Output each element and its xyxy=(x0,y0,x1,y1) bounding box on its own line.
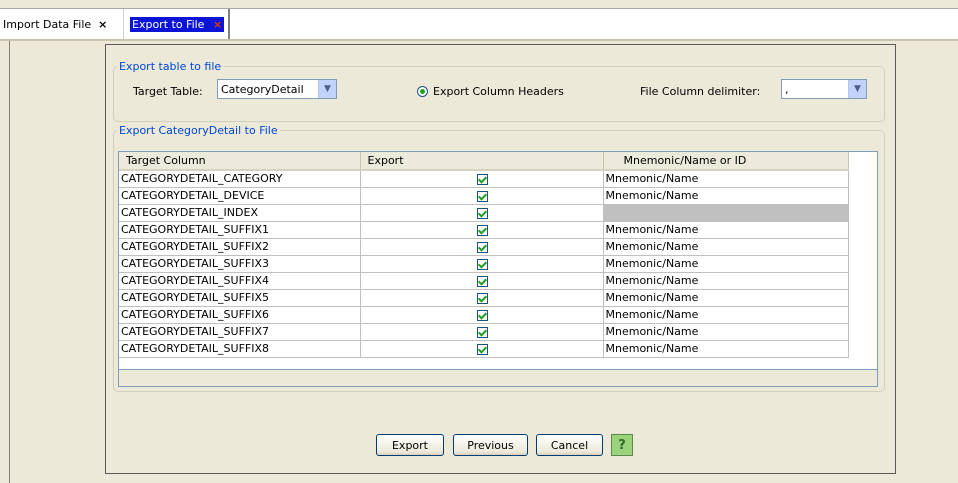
table-empty-area xyxy=(119,369,877,386)
target-column-cell: CATEGORYDETAIL_SUFFIX3 xyxy=(119,255,361,273)
export-checkbox[interactable] xyxy=(477,309,488,321)
export-cell xyxy=(360,238,604,256)
export-columns-legend: Export CategoryDetail to File xyxy=(119,124,278,137)
help-icon[interactable]: ? xyxy=(611,434,633,456)
delimiter-value: , xyxy=(785,82,789,96)
export-cell xyxy=(360,187,604,205)
export-cell xyxy=(360,289,604,307)
target-table-label: Target Table: xyxy=(133,85,203,98)
export-checkbox[interactable] xyxy=(477,343,488,355)
export-cell xyxy=(360,255,604,273)
chevron-down-icon[interactable]: ▼ xyxy=(318,80,336,98)
export-cell xyxy=(360,204,604,222)
tab-bar-divider xyxy=(0,39,958,41)
page-border xyxy=(9,41,10,483)
target-column-cell: CATEGORYDETAIL_SUFFIX5 xyxy=(119,289,361,307)
target-column-cell: CATEGORYDETAIL_INDEX xyxy=(119,204,361,222)
delimiter-label: File Column delimiter: xyxy=(640,85,761,98)
export-headers-radio[interactable] xyxy=(417,86,428,97)
mnemonic-cell[interactable]: Mnemonic/Name xyxy=(603,340,849,358)
table-row[interactable]: CATEGORYDETAIL_CATEGORY Mnemonic/Name xyxy=(119,170,849,188)
mnemonic-cell[interactable]: Mnemonic/Name xyxy=(603,221,849,239)
mnemonic-cell[interactable]: Mnemonic/Name xyxy=(603,238,849,256)
table-row[interactable]: CATEGORYDETAIL_SUFFIX4 Mnemonic/Name xyxy=(119,272,849,290)
table-row[interactable]: CATEGORYDETAIL_SUFFIX3 Mnemonic/Name xyxy=(119,255,849,273)
export-cell xyxy=(360,340,604,358)
export-headers-label: Export Column Headers xyxy=(433,85,564,98)
delimiter-select[interactable]: , ▼ xyxy=(781,79,867,99)
target-table-value: CategoryDetail xyxy=(221,82,304,96)
column-header-export[interactable]: Export xyxy=(360,152,604,171)
export-checkbox[interactable] xyxy=(477,275,488,287)
mnemonic-cell[interactable]: Mnemonic/Name xyxy=(603,323,849,341)
export-checkbox[interactable] xyxy=(477,224,488,236)
export-checkbox[interactable] xyxy=(477,241,488,253)
export-cell xyxy=(360,272,604,290)
target-column-cell: CATEGORYDETAIL_SUFFIX2 xyxy=(119,238,361,256)
table-row[interactable]: CATEGORYDETAIL_SUFFIX5 Mnemonic/Name xyxy=(119,289,849,307)
table-row[interactable]: CATEGORYDETAIL_SUFFIX8 Mnemonic/Name xyxy=(119,340,849,358)
export-cell xyxy=(360,221,604,239)
export-table-group: Export table to file Target Table: Categ… xyxy=(113,60,885,122)
table-row[interactable]: CATEGORYDETAIL_SUFFIX1 Mnemonic/Name xyxy=(119,221,849,239)
export-checkbox[interactable] xyxy=(477,173,488,185)
mnemonic-cell[interactable]: Mnemonic/Name xyxy=(603,187,849,205)
chevron-down-icon[interactable]: ▼ xyxy=(848,80,866,98)
button-row: Export Previous Cancel ? xyxy=(106,434,895,456)
export-checkbox[interactable] xyxy=(477,292,488,304)
export-checkbox[interactable] xyxy=(477,258,488,270)
export-checkbox[interactable] xyxy=(477,190,488,202)
target-column-cell: CATEGORYDETAIL_SUFFIX1 xyxy=(119,221,361,239)
target-column-cell: CATEGORYDETAIL_CATEGORY xyxy=(119,170,361,188)
export-panel: Export table to file Target Table: Categ… xyxy=(105,44,896,474)
mnemonic-cell[interactable]: Mnemonic/Name xyxy=(603,272,849,290)
table-row[interactable]: CATEGORYDETAIL_SUFFIX6 Mnemonic/Name xyxy=(119,306,849,324)
mnemonic-cell[interactable]: Mnemonic/Name xyxy=(603,255,849,273)
column-header-target[interactable]: Target Column xyxy=(119,152,361,171)
export-cell xyxy=(360,306,604,324)
export-cell xyxy=(360,323,604,341)
target-column-cell: CATEGORYDETAIL_SUFFIX8 xyxy=(119,340,361,358)
target-column-cell: CATEGORYDETAIL_DEVICE xyxy=(119,187,361,205)
previous-button[interactable]: Previous xyxy=(453,434,528,456)
table-row[interactable]: CATEGORYDETAIL_SUFFIX2 Mnemonic/Name xyxy=(119,238,849,256)
column-header-mnemonic[interactable]: Mnemonic/Name or ID xyxy=(603,152,849,171)
mnemonic-cell[interactable]: Mnemonic/Name xyxy=(603,289,849,307)
export-table-legend: Export table to file xyxy=(119,60,222,73)
export-cell xyxy=(360,170,604,188)
table-row[interactable]: CATEGORYDETAIL_INDEX xyxy=(119,204,849,222)
target-column-cell: CATEGORYDETAIL_SUFFIX6 xyxy=(119,306,361,324)
tab-export-to-file[interactable]: Export to File × xyxy=(123,9,230,40)
table-row[interactable]: CATEGORYDETAIL_DEVICE Mnemonic/Name xyxy=(119,187,849,205)
mnemonic-cell[interactable] xyxy=(603,204,849,222)
tab-bar: Import Data File × Export to File × xyxy=(0,9,958,40)
columns-table: Target Column Export Mnemonic/Name or ID… xyxy=(118,151,878,387)
cancel-button[interactable]: Cancel xyxy=(536,434,603,456)
export-checkbox[interactable] xyxy=(477,326,488,338)
export-columns-group: Export CategoryDetail to File Target Col… xyxy=(113,124,885,392)
close-icon[interactable]: × xyxy=(98,18,107,31)
target-table-select[interactable]: CategoryDetail ▼ xyxy=(217,79,337,99)
export-button[interactable]: Export xyxy=(376,434,444,456)
mnemonic-cell[interactable]: Mnemonic/Name xyxy=(603,306,849,324)
close-icon[interactable]: × xyxy=(213,18,222,31)
export-checkbox[interactable] xyxy=(477,207,488,219)
table-row[interactable]: CATEGORYDETAIL_SUFFIX7 Mnemonic/Name xyxy=(119,323,849,341)
tab-label: Export to File xyxy=(132,18,205,31)
mnemonic-cell[interactable]: Mnemonic/Name xyxy=(603,170,849,188)
target-column-cell: CATEGORYDETAIL_SUFFIX4 xyxy=(119,272,361,290)
tab-label: Import Data File xyxy=(3,18,92,31)
target-column-cell: CATEGORYDETAIL_SUFFIX7 xyxy=(119,323,361,341)
tab-import-data-file[interactable]: Import Data File × xyxy=(0,9,122,40)
